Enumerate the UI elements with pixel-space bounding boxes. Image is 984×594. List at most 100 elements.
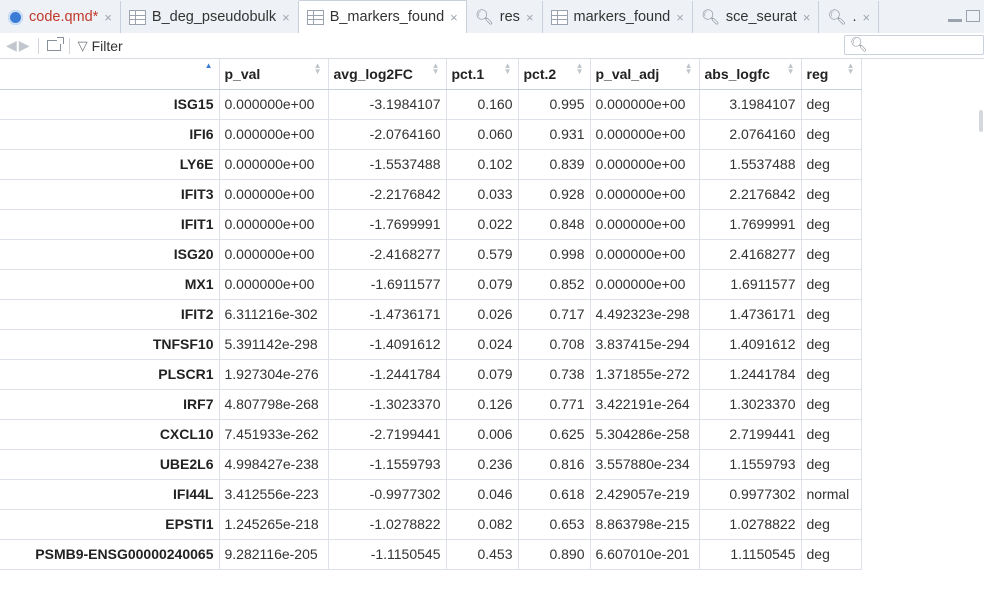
- table-cell: 0.126: [446, 389, 519, 420]
- tab-markers-found[interactable]: markers_found ×: [543, 1, 693, 33]
- table-cell: 0.060: [446, 119, 519, 150]
- row-name-cell: ISG15: [0, 89, 220, 120]
- column-header-p-val-adj[interactable]: p_val_adj ▲ ▼: [590, 59, 700, 90]
- tab-dot[interactable]: 🔍︎ . ×: [819, 1, 880, 33]
- editor-tab-bar: code.qmd* × B_deg_pseudobulk × B_markers…: [0, 0, 984, 34]
- table-cell: 3.412556e-223: [219, 479, 329, 510]
- column-header-reg[interactable]: reg ▲ ▼: [801, 59, 862, 90]
- close-icon[interactable]: ×: [526, 10, 534, 25]
- back-arrow-icon[interactable]: ◀: [6, 37, 17, 54]
- table-cell: -2.2176842: [328, 179, 447, 210]
- tab-label: res: [499, 9, 520, 25]
- sort-ascending-icon: ▲: [204, 61, 213, 70]
- table-row[interactable]: MX1 0.000000e+00 -1.6911577 0.079 0.852 0.000…: [0, 269, 862, 300]
- table-row[interactable]: IFIT1 0.000000e+00 -1.7699991 0.022 0.848 0.0…: [0, 209, 862, 240]
- data-table: ▲ p_val ▲ ▼ avg_log2FC ▲ ▼ pct.1 ▲ ▼ pct.2 ▲ ▼ p_val_…: [0, 59, 862, 570]
- table-cell: deg: [801, 89, 862, 120]
- row-name-cell: PLSCR1: [0, 359, 220, 390]
- table-cell: 0.931: [518, 119, 591, 150]
- column-header-pct-2[interactable]: pct.2 ▲ ▼: [518, 59, 591, 90]
- close-icon[interactable]: ×: [676, 10, 684, 25]
- table-cell: -1.3023370: [328, 389, 447, 420]
- table-cell: 4.492323e-298: [590, 299, 700, 330]
- tab-res[interactable]: 🔍︎ res ×: [467, 1, 543, 33]
- table-cell: 1.4736171: [699, 299, 802, 330]
- table-cell: 1.3023370: [699, 389, 802, 420]
- table-row[interactable]: ISG20 0.000000e+00 -2.4168277 0.579 0.998 0.0…: [0, 239, 862, 270]
- tab-label: sce_seurat: [725, 9, 797, 25]
- table-cell: 1.6911577: [699, 269, 802, 300]
- column-header-pct-1[interactable]: pct.1 ▲ ▼: [446, 59, 519, 90]
- table-row[interactable]: LY6E 0.000000e+00 -1.5537488 0.102 0.839 0.00…: [0, 149, 862, 180]
- close-icon[interactable]: ×: [104, 10, 112, 25]
- tab-code-qmd[interactable]: code.qmd* ×: [0, 1, 121, 33]
- vertical-scrollbar[interactable]: [970, 59, 984, 594]
- table-row[interactable]: CXCL10 7.451933e-262 -2.7199441 0.006 0.625 5…: [0, 419, 862, 450]
- close-icon[interactable]: ×: [803, 10, 811, 25]
- minimize-pane-icon[interactable]: [948, 10, 962, 22]
- search-icon: 🔍︎: [474, 9, 494, 26]
- table-row[interactable]: UBE2L6 4.998427e-238 -1.1559793 0.236 0.816 3…: [0, 449, 862, 480]
- sort-icon: ▲ ▼: [431, 61, 440, 76]
- search-icon: 🔍︎: [700, 9, 720, 26]
- table-row[interactable]: EPSTI1 1.245265e-218 -1.0278822 0.082 0.653 8…: [0, 509, 862, 540]
- table-cell: deg: [801, 449, 862, 480]
- table-cell: 3.422191e-264: [590, 389, 700, 420]
- row-name-cell: IFI44L: [0, 479, 220, 510]
- qmd-file-icon: [8, 9, 23, 25]
- table-cell: deg: [801, 539, 862, 570]
- table-cell: -1.2441784: [328, 359, 447, 390]
- search-input[interactable]: 🔍︎: [844, 35, 984, 55]
- table-cell: 1.2441784: [699, 359, 802, 390]
- table-cell: 0.000000e+00: [590, 209, 700, 240]
- table-cell: 0.079: [446, 359, 519, 390]
- column-header-label: reg: [806, 65, 829, 82]
- table-row[interactable]: PLSCR1 1.927304e-276 -1.2441784 0.079 0.738 1…: [0, 359, 862, 390]
- tab-label: markers_found: [573, 9, 671, 25]
- table-cell: 0.000000e+00: [590, 239, 700, 270]
- tab-b-markers-found[interactable]: B_markers_found ×: [298, 0, 467, 33]
- table-cell: 0.000000e+00: [590, 119, 700, 150]
- column-header-label: abs_logfc: [704, 65, 770, 82]
- sort-icon: ▲ ▼: [313, 61, 322, 76]
- table-cell: 5.391142e-298: [219, 329, 329, 360]
- table-cell: 1.1150545: [699, 539, 802, 570]
- table-row[interactable]: IFI44L 3.412556e-223 -0.9977302 0.046 0.618 2…: [0, 479, 862, 510]
- table-cell: 0.890: [518, 539, 591, 570]
- table-cell: -1.6911577: [328, 269, 447, 300]
- table-row[interactable]: IFIT3 0.000000e+00 -2.2176842 0.033 0.928 0.0…: [0, 179, 862, 210]
- forward-arrow-icon[interactable]: ▶: [19, 37, 30, 54]
- close-icon[interactable]: ×: [863, 10, 871, 25]
- table-cell: -1.4091612: [328, 329, 447, 360]
- table-cell: 3.837415e-294: [590, 329, 700, 360]
- table-row[interactable]: TNFSF10 5.391142e-298 -1.4091612 0.024 0.708…: [0, 329, 862, 360]
- filter-button[interactable]: ▽ Filter: [78, 38, 123, 54]
- table-cell: deg: [801, 269, 862, 300]
- table-row[interactable]: IFIT2 6.311216e-302 -1.4736171 0.026 0.717 4.…: [0, 299, 862, 330]
- table-cell: deg: [801, 239, 862, 270]
- maximize-pane-icon[interactable]: [966, 10, 980, 22]
- table-row[interactable]: IFI6 0.000000e+00 -2.0764160 0.060 0.931 0.00…: [0, 119, 862, 150]
- table-cell: 0.738: [518, 359, 591, 390]
- column-header-p-val[interactable]: p_val ▲ ▼: [219, 59, 329, 90]
- pane-window-controls: [948, 10, 980, 22]
- table-row[interactable]: IRF7 4.807798e-268 -1.3023370 0.126 0.771 3.4…: [0, 389, 862, 420]
- tab-label: .: [852, 9, 857, 25]
- column-header-abs-logfc[interactable]: abs_logfc ▲ ▼: [699, 59, 802, 90]
- close-icon[interactable]: ×: [450, 10, 458, 25]
- table-cell: 2.2176842: [699, 179, 802, 210]
- table-cell: 0.995: [518, 89, 591, 120]
- column-header-avg-log2fc[interactable]: avg_log2FC ▲ ▼: [328, 59, 447, 90]
- close-icon[interactable]: ×: [282, 10, 290, 25]
- table-cell: deg: [801, 119, 862, 150]
- tab-b-deg-pseudobulk[interactable]: B_deg_pseudobulk ×: [121, 1, 299, 33]
- scrollbar-thumb[interactable]: [979, 110, 983, 132]
- table-row[interactable]: ISG15 0.000000e+00 -3.1984107 0.160 0.995 0.0…: [0, 89, 862, 120]
- table-cell: 3.557880e-234: [590, 449, 700, 480]
- table-cell: 1.927304e-276: [219, 359, 329, 390]
- table-row[interactable]: PSMB9-ENSG00000240065 9.282116e-205 -1.115…: [0, 539, 862, 570]
- column-header-rownames[interactable]: ▲: [0, 59, 220, 90]
- tab-sce-seurat[interactable]: 🔍︎ sce_seurat ×: [693, 1, 820, 33]
- popout-window-icon[interactable]: [46, 37, 64, 51]
- table-cell: 0.236: [446, 449, 519, 480]
